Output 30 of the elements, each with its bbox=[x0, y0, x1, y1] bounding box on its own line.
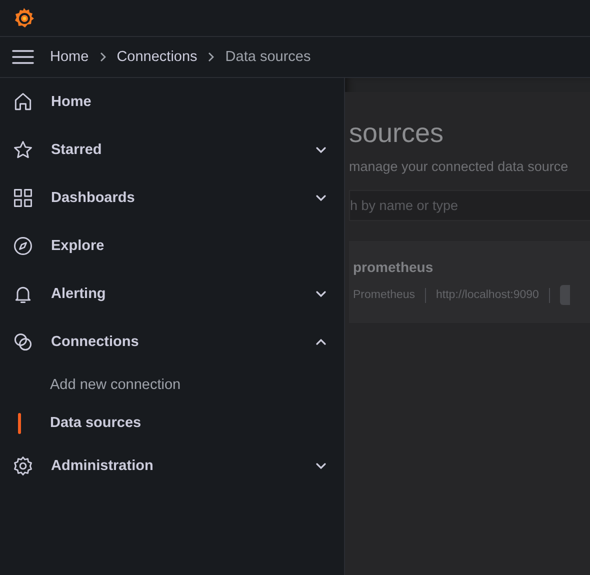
nav-item[interactable]: Home bbox=[0, 78, 344, 126]
datasource-url: http://localhost:9090 bbox=[436, 289, 539, 301]
linked-circles-icon bbox=[12, 331, 34, 353]
chevron-right-icon bbox=[207, 52, 216, 62]
page-title: sources bbox=[349, 117, 445, 149]
nav-item[interactable]: Explore bbox=[0, 222, 344, 270]
breadcrumb-link[interactable]: Connections bbox=[116, 49, 198, 65]
grid-icon bbox=[12, 187, 34, 209]
nav-item[interactable]: Dashboards bbox=[0, 174, 344, 222]
chevron-right-icon bbox=[98, 52, 107, 62]
compass-icon bbox=[12, 235, 34, 257]
datasource-card[interactable]: prometheus Prometheus http://localhost:9090 bbox=[349, 241, 590, 323]
nav-item[interactable]: Connections bbox=[0, 318, 344, 366]
nav-item[interactable]: Starred bbox=[0, 126, 344, 174]
star-icon bbox=[12, 139, 34, 161]
breadcrumb-link[interactable]: Data sources bbox=[225, 49, 311, 65]
search-placeholder: h by name or type bbox=[350, 198, 458, 213]
nav-subitem[interactable]: Add new connection bbox=[0, 366, 344, 404]
home-icon bbox=[12, 91, 34, 113]
page-subtitle: manage your connected data source bbox=[349, 159, 570, 174]
datasource-name: prometheus bbox=[353, 259, 434, 275]
breadcrumb-link[interactable]: Home bbox=[50, 49, 89, 65]
tag-badge bbox=[560, 285, 570, 305]
datasource-type: Prometheus bbox=[353, 289, 416, 301]
gear-icon bbox=[12, 455, 34, 477]
nav-subitem[interactable]: Data sources bbox=[0, 404, 344, 442]
nav-item[interactable]: Administration bbox=[0, 442, 344, 490]
nav-item[interactable]: Alerting bbox=[0, 270, 344, 318]
menu-icon[interactable] bbox=[12, 49, 34, 65]
logo-icon[interactable] bbox=[12, 6, 36, 30]
